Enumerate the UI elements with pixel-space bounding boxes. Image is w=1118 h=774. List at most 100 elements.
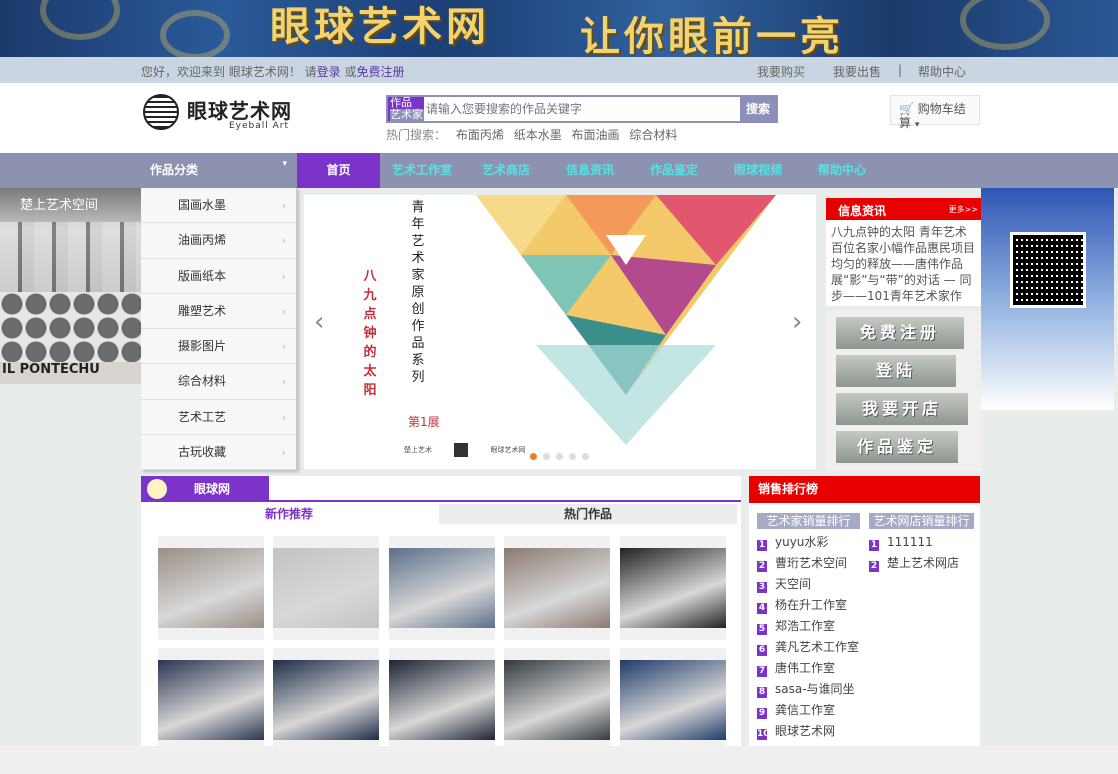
tab-hot-works[interactable]: 热门作品 bbox=[439, 504, 737, 524]
artist-rank-name: sasa-与谁同坐 bbox=[775, 682, 855, 696]
help-link[interactable]: 帮助中心 bbox=[918, 63, 966, 80]
carousel-prev-button[interactable]: ‹ bbox=[314, 307, 324, 337]
product-thumb[interactable] bbox=[389, 536, 495, 640]
carousel-dot[interactable] bbox=[530, 453, 537, 460]
nav-help[interactable]: 帮助中心 bbox=[800, 153, 884, 188]
category-label: 古玩收藏 bbox=[178, 444, 227, 459]
category-menu-label: 作品分类 bbox=[150, 163, 199, 177]
carousel-dot[interactable] bbox=[582, 453, 589, 460]
artist-rank-row[interactable]: 2 曹珩艺术空间 bbox=[757, 553, 847, 573]
carousel-next-button[interactable]: › bbox=[792, 307, 802, 337]
news-content[interactable]: 八九点钟的太阳 青年艺术百位名家小幅作品惠民项目均匀的释放——唐伟作品展“影”与… bbox=[826, 220, 981, 304]
category-item[interactable]: 艺术工艺 › bbox=[141, 399, 296, 435]
cart-dropdown-icon: ▾ bbox=[914, 120, 920, 130]
nav-home[interactable]: 首页 bbox=[297, 153, 380, 188]
artist-rank-row[interactable]: 9 龚信工作室 bbox=[757, 700, 835, 720]
free-register-button[interactable]: 免费注册 bbox=[836, 317, 964, 349]
site-logo[interactable]: 眼球艺术网 Eyeball Art bbox=[143, 94, 303, 134]
product-image bbox=[504, 660, 610, 740]
shop-rank-row[interactable]: 2 楚上艺术网店 bbox=[869, 553, 959, 573]
artist-rank-row[interactable]: 10 眼球艺术网 bbox=[757, 721, 835, 741]
news-box: 信息资讯 更多>> 八九点钟的太阳 青年艺术百位名家小幅作品惠民项目均匀的释放—… bbox=[826, 198, 981, 306]
artist-rank-row[interactable]: 6 龚凡艺术工作室 bbox=[757, 637, 859, 657]
category-label: 雕塑艺术 bbox=[178, 303, 227, 318]
product-thumb[interactable] bbox=[389, 648, 495, 752]
open-shop-button[interactable]: 我要开店 bbox=[836, 393, 968, 425]
nav-videos[interactable]: 眼球视频 bbox=[716, 153, 800, 188]
artist-rank-name: 曹珩艺术空间 bbox=[775, 556, 848, 570]
category-label: 国画水墨 bbox=[178, 198, 227, 212]
login-button[interactable]: 登陆 bbox=[836, 355, 956, 387]
artist-rank-row[interactable]: 1 yuyu水彩 bbox=[757, 532, 828, 552]
left-ad-pontechu[interactable]: IL PONTECHU bbox=[0, 292, 141, 384]
artist-rank-row[interactable]: 7 唐伟工作室 bbox=[757, 658, 835, 678]
artist-rank-row[interactable]: 3 天空间 bbox=[757, 574, 811, 594]
buy-link[interactable]: 我要购买 bbox=[757, 63, 805, 80]
category-menu-button[interactable]: 作品分类 ▾ bbox=[141, 153, 297, 188]
rank-number-badge: 10 bbox=[757, 729, 770, 740]
product-thumb[interactable] bbox=[620, 536, 726, 640]
artist-rank-name: 龚凡艺术工作室 bbox=[775, 640, 860, 654]
hot-keyword[interactable]: 布面丙烯 bbox=[456, 128, 504, 142]
category-label: 艺术工艺 bbox=[178, 409, 227, 424]
category-item[interactable]: 油画丙烯 › bbox=[141, 223, 296, 259]
hero-carousel[interactable]: 青年艺术家原创作品系列 八九点钟的太阳 第1展 ‹ › 楚上艺术 眼球艺术网 bbox=[304, 195, 816, 469]
search-button[interactable]: 搜索 bbox=[740, 97, 776, 121]
nav-studios[interactable]: 艺术工作室 bbox=[380, 153, 464, 188]
hot-keyword[interactable]: 布面油画 bbox=[572, 128, 620, 142]
carousel-dot[interactable] bbox=[543, 453, 550, 460]
rank-number-badge: 2 bbox=[869, 561, 879, 572]
shop-rank-row[interactable]: 1 111111 bbox=[869, 532, 933, 552]
chevron-right-icon: › bbox=[281, 234, 286, 248]
site-header: 眼球艺术网 Eyeball Art 作品 艺术家 搜索 热门搜索： 布面丙烯 纸… bbox=[0, 83, 1118, 153]
carousel-triangle-artwork bbox=[476, 195, 776, 445]
artist-rank-row[interactable]: 5 郑浩工作室 bbox=[757, 616, 835, 636]
hot-keyword[interactable]: 纸本水墨 bbox=[514, 128, 562, 142]
search-category-artists[interactable]: 艺术家 bbox=[390, 109, 424, 121]
qr-icon bbox=[454, 443, 469, 457]
category-item[interactable]: 版画纸本 › bbox=[141, 258, 296, 294]
appraisal-button[interactable]: 作品鉴定 bbox=[836, 431, 958, 463]
nav-shops[interactable]: 艺术商店 bbox=[464, 153, 548, 188]
ranking-shop-tab[interactable]: 艺术网店销量排行 bbox=[869, 513, 974, 529]
nav-news[interactable]: 信息资讯 bbox=[548, 153, 632, 188]
product-thumb[interactable] bbox=[504, 648, 610, 752]
chevron-right-icon: › bbox=[281, 410, 286, 424]
product-thumb[interactable] bbox=[158, 536, 264, 640]
cart-button[interactable]: 🛒 购物车结算 ▾ bbox=[890, 95, 980, 130]
sell-link[interactable]: 我要出售 bbox=[833, 63, 881, 80]
ranking-artist-tab[interactable]: 艺术家销量排行 bbox=[757, 513, 860, 529]
page-bottom-band bbox=[0, 746, 1118, 774]
login-link[interactable]: 登录 bbox=[317, 65, 341, 79]
category-item[interactable]: 雕塑艺术 › bbox=[141, 293, 296, 329]
product-thumb[interactable] bbox=[504, 536, 610, 640]
product-thumb[interactable] bbox=[273, 536, 379, 640]
artist-rank-row[interactable]: 8 sasa-与谁同坐 bbox=[757, 679, 855, 699]
tab-new-works[interactable]: 新作推荐 bbox=[141, 504, 437, 524]
news-more-link[interactable]: 更多>> bbox=[949, 204, 978, 215]
category-menu: 国画水墨 › 油画丙烯 › 版画纸本 › 雕塑艺术 › 摄影图片 › 综合材料 › 艺术工艺… bbox=[141, 188, 297, 470]
welcome-text: 您好，欢迎来到 眼球艺术网！ 请 bbox=[141, 65, 317, 79]
product-thumb[interactable] bbox=[158, 648, 264, 752]
product-thumb[interactable] bbox=[273, 648, 379, 752]
rank-number-badge: 9 bbox=[757, 708, 767, 719]
search-input[interactable] bbox=[426, 99, 736, 119]
logo-name: 眼球艺术网 bbox=[187, 99, 292, 123]
category-item[interactable]: 古玩收藏 › bbox=[141, 434, 296, 470]
carousel-dot[interactable] bbox=[569, 453, 576, 460]
nav-appraisal[interactable]: 作品鉴定 bbox=[632, 153, 716, 188]
search-category-select[interactable]: 作品 艺术家 bbox=[388, 97, 424, 121]
top-banner[interactable]: 眼球艺术网 让你眼前一亮 bbox=[0, 0, 1118, 57]
category-item[interactable]: 国画水墨 › bbox=[141, 188, 296, 224]
register-link[interactable]: 免费注册 bbox=[356, 65, 404, 79]
artist-rank-row[interactable]: 4 杨在升工作室 bbox=[757, 595, 847, 615]
carousel-dot[interactable] bbox=[556, 453, 563, 460]
products-brand-label: 眼球网 bbox=[194, 482, 231, 496]
banner-swirl bbox=[960, 0, 1050, 50]
category-item[interactable]: 综合材料 › bbox=[141, 364, 296, 400]
cart-icon: 🛒 bbox=[899, 102, 914, 116]
hot-keyword[interactable]: 综合材料 bbox=[629, 128, 677, 142]
product-thumb[interactable] bbox=[620, 648, 726, 752]
category-item[interactable]: 摄影图片 › bbox=[141, 329, 296, 365]
left-ad-gallery[interactable]: 楚上艺术空间 bbox=[0, 188, 141, 292]
